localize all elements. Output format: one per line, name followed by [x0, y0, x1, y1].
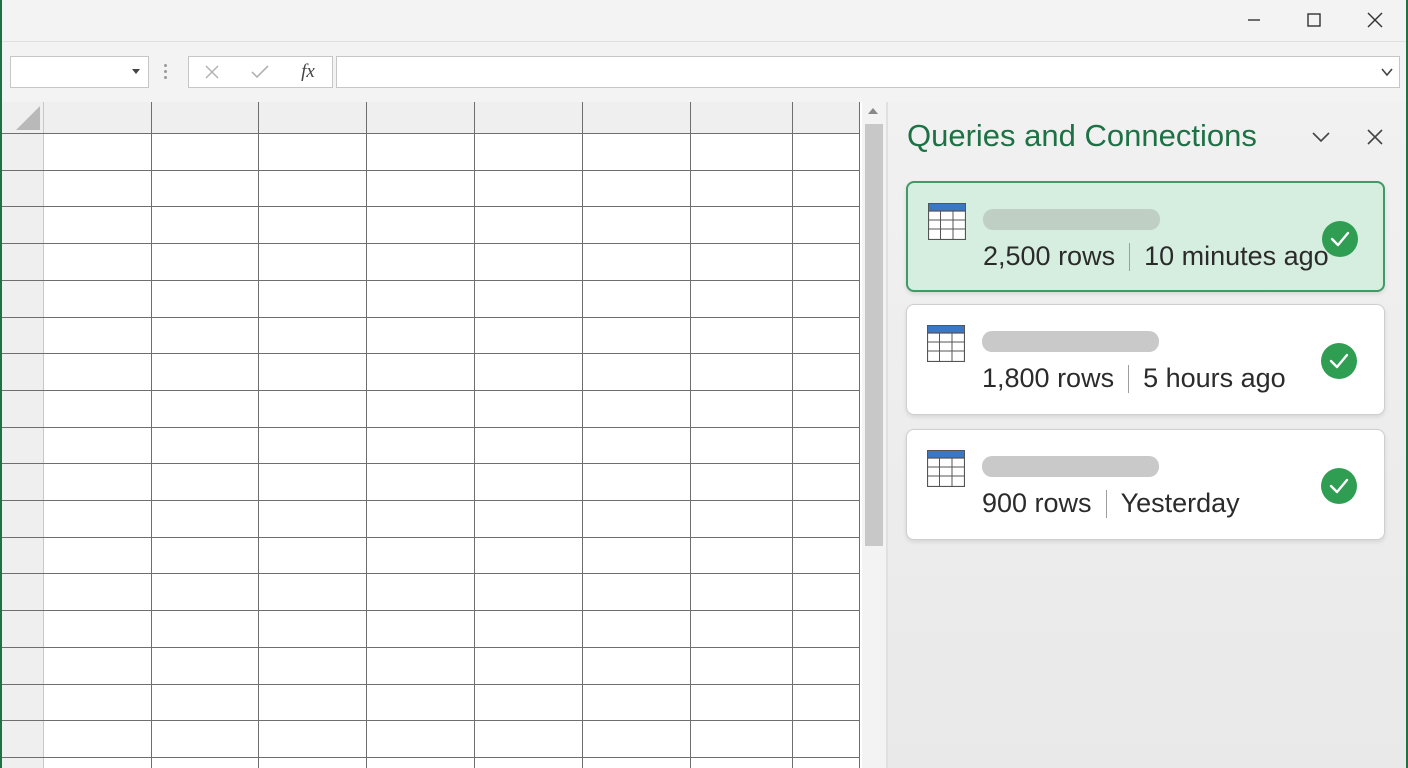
meta-separator [1129, 242, 1131, 271]
query-last-refreshed: 5 hours ago [1143, 363, 1286, 393]
meta-separator [1105, 489, 1107, 518]
title-bar [2, 0, 1406, 42]
query-meta: 1,800 rows 5 hours ago [982, 363, 1286, 394]
minimize-button[interactable] [1224, 0, 1284, 40]
query-last-refreshed: 10 minutes ago [1144, 241, 1329, 271]
table-icon [927, 450, 965, 487]
insert-function-button[interactable]: fx [285, 57, 331, 87]
checkmark-icon [1329, 353, 1349, 369]
formula-input[interactable] [336, 56, 1400, 88]
checkmark-icon [251, 65, 269, 79]
checkmark-icon [1329, 478, 1349, 494]
query-name-placeholder [983, 209, 1160, 230]
checkmark-icon [1330, 231, 1350, 247]
vertical-scrollbar[interactable] [862, 102, 886, 768]
pane-close-button[interactable] [1360, 122, 1390, 152]
minimize-icon [1248, 19, 1260, 21]
query-row-count: 1,800 rows [982, 363, 1115, 393]
grip-icon[interactable] [164, 64, 168, 80]
worksheet-grid[interactable] [2, 102, 862, 768]
query-name-placeholder [982, 456, 1159, 477]
scrollbar-thumb[interactable] [865, 124, 883, 546]
close-icon [1367, 12, 1383, 28]
table-icon [927, 325, 965, 362]
expand-formula-icon[interactable] [1381, 65, 1393, 79]
maximize-button[interactable] [1284, 0, 1344, 40]
maximize-icon [1307, 13, 1321, 27]
pane-options-button[interactable] [1306, 122, 1336, 152]
status-success-icon [1321, 468, 1357, 504]
name-box-dropdown-icon[interactable] [132, 69, 140, 74]
name-box[interactable] [10, 56, 149, 88]
x-icon [205, 65, 219, 79]
formula-bar: fx [2, 42, 1406, 102]
select-all-icon[interactable] [16, 106, 40, 130]
query-meta: 900 rows Yesterday [982, 488, 1240, 519]
column-header-band[interactable] [2, 102, 859, 133]
close-button[interactable] [1345, 0, 1405, 40]
query-meta: 2,500 rows 10 minutes ago [983, 241, 1329, 272]
status-success-icon [1322, 221, 1358, 257]
query-row-count: 900 rows [982, 488, 1092, 518]
meta-separator [1128, 364, 1130, 393]
cell-grid[interactable] [2, 102, 862, 768]
row-header-band[interactable] [2, 102, 43, 768]
formula-buttons: fx [188, 56, 333, 88]
queries-connections-pane: Queries and Connections 2,500 rows 10 min… [888, 102, 1406, 768]
query-row-count: 2,500 rows [983, 241, 1116, 271]
status-success-icon [1321, 343, 1357, 379]
table-icon [928, 203, 966, 240]
query-card[interactable]: 2,500 rows 10 minutes ago [906, 181, 1385, 292]
query-last-refreshed: Yesterday [1120, 488, 1240, 518]
query-name-placeholder [982, 331, 1159, 352]
close-icon [1367, 129, 1383, 145]
chevron-down-icon [1312, 132, 1330, 143]
pane-title: Queries and Connections [907, 118, 1257, 153]
enter-button[interactable] [237, 57, 283, 87]
function-icon: fx [301, 61, 315, 82]
query-card[interactable]: 900 rows Yesterday [906, 429, 1385, 540]
cancel-button[interactable] [189, 57, 235, 87]
scroll-up-icon[interactable] [868, 108, 878, 114]
query-card[interactable]: 1,800 rows 5 hours ago [906, 304, 1385, 415]
